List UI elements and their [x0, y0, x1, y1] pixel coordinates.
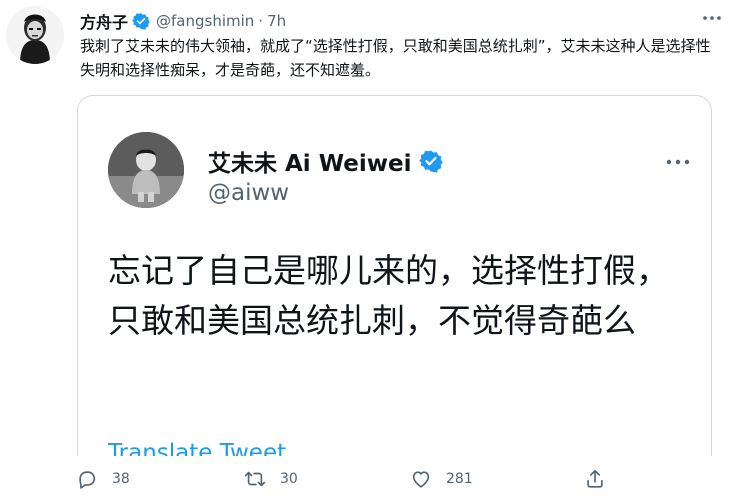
verified-badge-icon — [132, 12, 150, 30]
quoted-author-handle[interactable]: @aiww — [208, 180, 289, 206]
author-handle[interactable]: @fangshimin — [156, 12, 254, 30]
quoted-tweet-text: 忘记了自己是哪儿来的，选择性打假，只敢和美国总统扎刺，不觉得奇葩么 — [108, 251, 669, 340]
share-icon — [587, 469, 603, 488]
quoted-more-icon[interactable] — [665, 152, 691, 165]
quoted-author-name-row: 艾未未 Ai Weiwei — [208, 144, 444, 178]
tweet-header: 方舟子 @fangshimin · 7h — [80, 8, 286, 34]
like-button[interactable]: 281 — [410, 463, 473, 495]
separator-dot: · — [258, 12, 264, 30]
translate-tweet-link[interactable]: Translate Tweet — [108, 440, 286, 456]
author-name[interactable]: 方舟子 — [80, 9, 128, 33]
retweet-button[interactable]: 30 — [244, 463, 298, 495]
share-button[interactable] — [584, 463, 620, 495]
tweet[interactable]: 方舟子 @fangshimin · 7h 我刺了艾未未的伟大领袖，就成了“选择性… — [0, 0, 737, 504]
reply-count: 38 — [112, 471, 130, 487]
retweet-count: 30 — [280, 471, 298, 487]
tweet-text: 我刺了艾未未的伟大领袖，就成了“选择性打假，只敢和美国总统扎刺”，艾未未这种人是… — [80, 37, 711, 79]
quoted-author-avatar[interactable] — [108, 132, 184, 208]
retweet-icon — [244, 471, 266, 487]
quoted-author-name[interactable]: 艾未未 Ai Weiwei — [208, 144, 411, 178]
tweet-actions: 38 30 281 — [76, 463, 636, 495]
quoted-verified-badge-icon — [419, 149, 444, 173]
more-icon[interactable] — [701, 10, 723, 26]
reply-button[interactable]: 38 — [76, 463, 130, 495]
like-icon — [412, 471, 430, 488]
author-avatar[interactable] — [6, 6, 64, 64]
quoted-tweet-card[interactable]: 艾未未 Ai Weiwei @aiww 忘记了自己是哪儿来的，选择性打假，只敢和… — [77, 95, 712, 456]
like-count: 281 — [446, 471, 473, 487]
reply-icon — [79, 471, 96, 489]
tweet-time[interactable]: 7h — [267, 12, 286, 30]
